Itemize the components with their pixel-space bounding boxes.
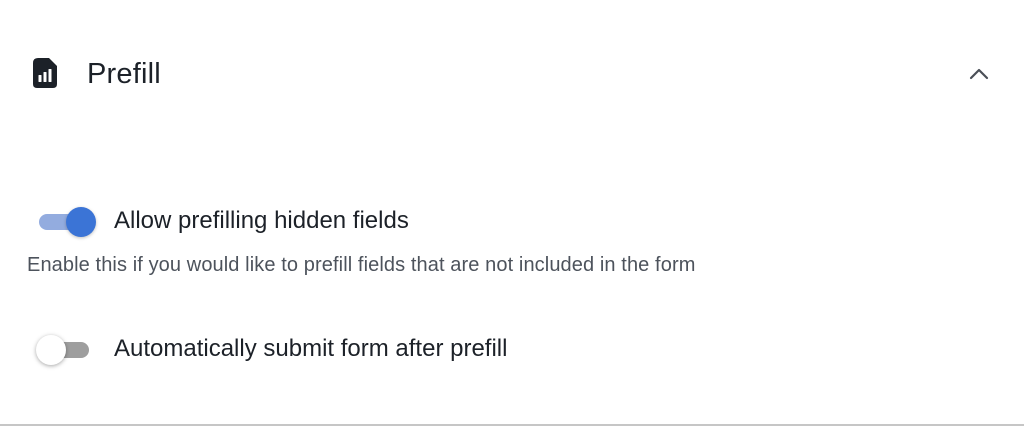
toggle-knob <box>36 335 66 365</box>
toggle-knob <box>66 207 96 237</box>
option-allow-prefill-hidden: Allow prefilling hidden fields <box>0 201 1024 241</box>
sim-card-icon <box>33 58 57 88</box>
divider <box>0 424 1024 426</box>
allow-prefill-hidden-toggle[interactable] <box>36 206 96 237</box>
section-title: Prefill <box>87 58 161 90</box>
auto-submit-toggle[interactable] <box>36 334 94 365</box>
collapse-button[interactable] <box>960 56 998 92</box>
auto-submit-label[interactable]: Automatically submit form after prefill <box>114 335 507 363</box>
allow-prefill-hidden-description: Enable this if you would like to prefill… <box>27 254 696 276</box>
prefill-panel: Prefill Allow prefilling hidden fields E… <box>0 0 1024 431</box>
allow-prefill-hidden-label[interactable]: Allow prefilling hidden fields <box>114 207 409 235</box>
option-auto-submit: Automatically submit form after prefill <box>0 329 1024 369</box>
section-header[interactable]: Prefill <box>0 0 1024 150</box>
chevron-up-icon <box>969 68 989 80</box>
